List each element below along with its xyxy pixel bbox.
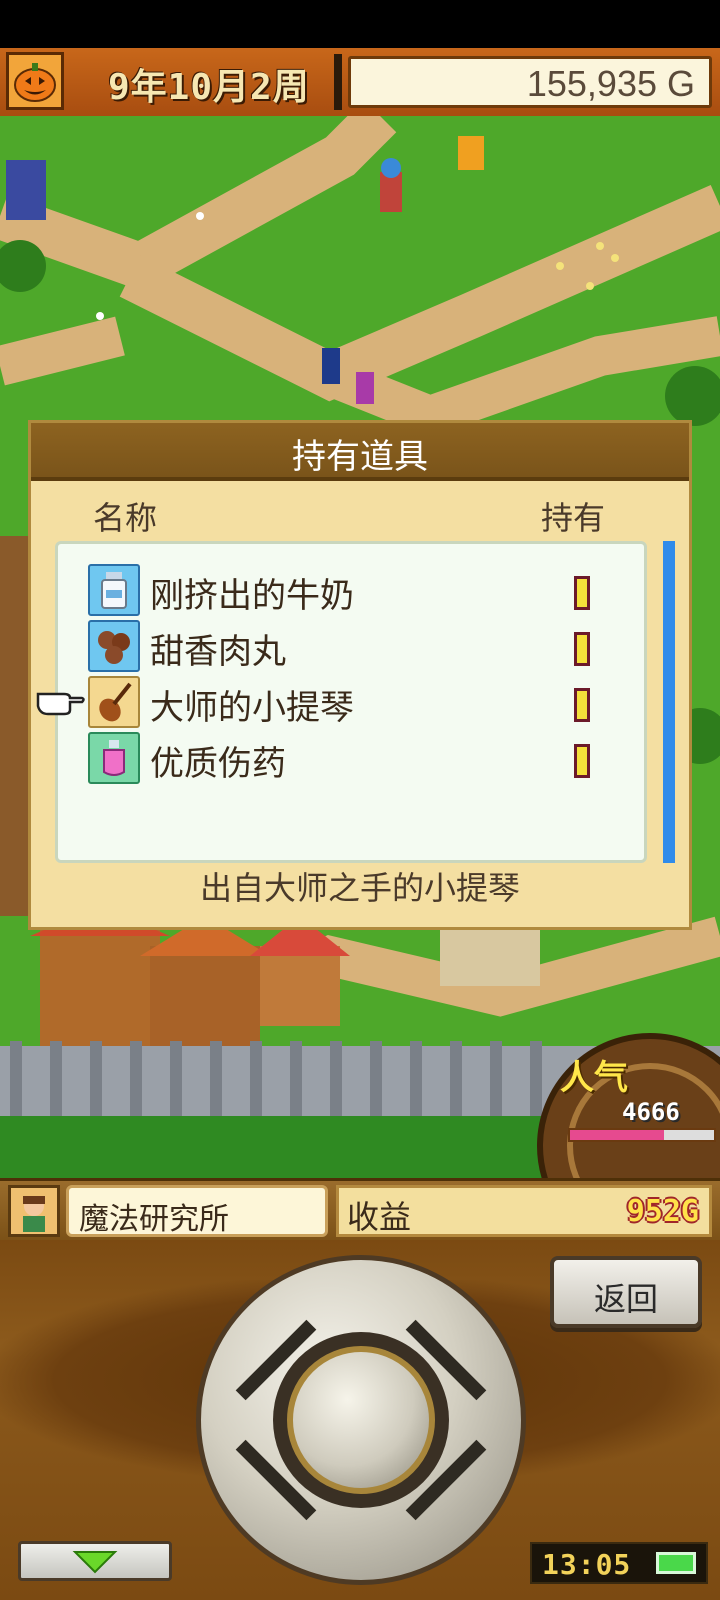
item-row-violin[interactable]: 大师的小提琴 (88, 676, 618, 732)
back-button[interactable]: 返回 (550, 1256, 702, 1328)
pumpkin-icon[interactable] (6, 52, 64, 110)
column-header-held: 持有 (540, 500, 605, 536)
item-row-milk[interactable]: 刚挤出的牛奶 (88, 564, 618, 620)
dialog-title: 持有道具 (292, 438, 428, 476)
system-status-bar (0, 0, 720, 48)
potion-icon (88, 732, 140, 784)
date-display: 9年10月2周 (108, 67, 310, 108)
item-count-indicator (574, 688, 590, 722)
gold-counter: 155,935 G (348, 56, 712, 108)
income-box: 收益 952G (336, 1185, 712, 1237)
gold-amount: 155,935 G (526, 63, 695, 104)
violin-icon (88, 676, 140, 728)
facility-info-bar: 魔法研究所 收益 952G (0, 1178, 720, 1246)
item-inventory-dialog: 持有道具 名称 持有 刚挤出的牛奶 甜香肉丸 大师的小提琴 优质伤药 出自大师之… (28, 420, 692, 930)
back-button-label: 返回 (593, 1281, 658, 1317)
pointing-hand-icon (36, 682, 86, 716)
popularity-label: 人气 (560, 1059, 628, 1097)
item-row-meatball[interactable]: 甜香肉丸 (88, 620, 618, 676)
header-divider (334, 54, 342, 110)
milk-bottle-icon (88, 564, 140, 616)
item-label: 大师的小提琴 (150, 689, 354, 727)
income-label: 收益 (347, 1199, 412, 1235)
clock-time: 13:05 (542, 1548, 632, 1581)
item-row-potion[interactable]: 优质伤药 (88, 732, 618, 788)
menu-toggle-button[interactable] (18, 1541, 172, 1581)
item-count-indicator (574, 576, 590, 610)
facility-name-box[interactable]: 魔法研究所 (66, 1185, 328, 1237)
battery-icon (656, 1552, 696, 1574)
popularity-bar (568, 1128, 716, 1142)
clock-display: 13:05 (530, 1542, 708, 1584)
item-list[interactable]: 刚挤出的牛奶 甜香肉丸 大师的小提琴 优质伤药 (55, 541, 647, 863)
chevron-down-icon (72, 1551, 118, 1574)
list-scrollbar[interactable] (663, 541, 675, 863)
confirm-button[interactable] (287, 1346, 435, 1494)
game-header: 9年10月2周 155,935 G (0, 48, 720, 119)
item-label: 刚挤出的牛奶 (150, 577, 354, 615)
item-label: 优质伤药 (150, 745, 286, 783)
item-count-indicator (574, 632, 590, 666)
item-description: 出自大师之手的小提琴 (199, 870, 520, 906)
dialog-title-bar: 持有道具 (31, 423, 689, 481)
facility-name: 魔法研究所 (79, 1203, 229, 1236)
popularity-value: 4666 (622, 1098, 680, 1126)
facility-avatar[interactable] (8, 1185, 60, 1237)
item-label: 甜香肉丸 (150, 633, 286, 671)
directional-pad[interactable] (196, 1255, 526, 1585)
popularity-bar-fill (570, 1130, 664, 1140)
meatball-icon (88, 620, 140, 672)
income-value: 952G (626, 1194, 699, 1229)
item-count-indicator (574, 744, 590, 778)
column-header-name: 名称 (93, 500, 158, 536)
dpad-center-ring (273, 1332, 449, 1508)
